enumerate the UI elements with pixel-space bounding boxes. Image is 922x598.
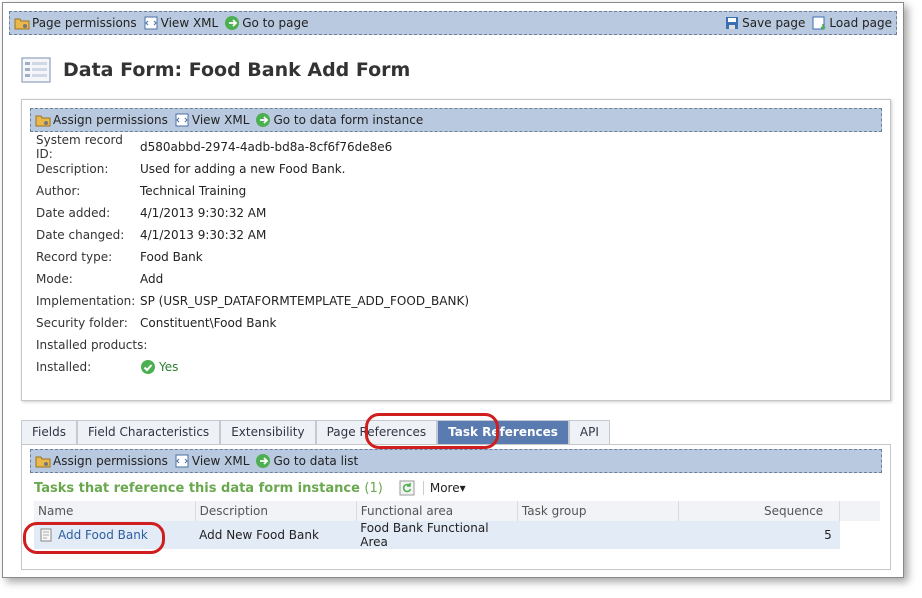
prop-value: Add xyxy=(140,272,164,286)
prop-value: Yes xyxy=(140,359,178,375)
assign-permissions-button[interactable]: Assign permissions xyxy=(35,112,168,128)
table-row[interactable]: Add Food Bank Add New Food Bank Food Ban… xyxy=(34,521,880,549)
prop-author: Author: Technical Training xyxy=(36,180,890,202)
tasks-table: Name Description Functional area Task gr… xyxy=(34,501,880,549)
check-icon xyxy=(140,359,156,375)
details-panel: Assign permissions View XML Go to data f… xyxy=(21,99,891,401)
view-xml-button[interactable]: View XML xyxy=(174,453,249,469)
table-header-row: Name Description Functional area Task gr… xyxy=(34,501,880,521)
folder-key-icon xyxy=(35,453,51,469)
load-icon xyxy=(811,15,827,31)
prop-installed-products: Installed products: xyxy=(36,334,890,356)
more-menu-button[interactable]: More▾ xyxy=(422,481,466,495)
page-window: Page permissions View XML Go to page Sav… xyxy=(2,2,904,578)
caret-down-icon: ▾ xyxy=(459,481,466,495)
prop-value: Technical Training xyxy=(140,184,247,198)
col-sequence[interactable]: Sequence xyxy=(678,501,841,521)
details-toolbar: Assign permissions View XML Go to data f… xyxy=(30,108,882,132)
save-icon xyxy=(724,15,740,31)
tab-task-references[interactable]: Task References xyxy=(437,420,569,444)
prop-description: Description: Used for adding a new Food … xyxy=(36,158,890,180)
properties-list: System record ID: d580abbd-2974-4adb-bd8… xyxy=(36,133,890,378)
xml-icon xyxy=(174,453,190,469)
col-functional-area[interactable]: Functional area xyxy=(356,501,518,521)
save-page-button[interactable]: Save page xyxy=(724,15,805,31)
prop-installed: Installed: Yes xyxy=(36,356,890,378)
tab-toolbar: Assign permissions View XML Go to data l… xyxy=(30,449,882,473)
installed-value: Yes xyxy=(159,360,179,374)
page-header: Data Form: Food Bank Add Form xyxy=(21,57,410,83)
refresh-icon[interactable] xyxy=(399,480,415,496)
task-icon xyxy=(38,527,54,543)
prop-value: 4/1/2013 9:30:32 AM xyxy=(140,206,267,220)
prop-date-changed: Date changed: 4/1/2013 9:30:32 AM xyxy=(36,224,890,246)
tab-extensibility[interactable]: Extensibility xyxy=(220,420,316,444)
folder-key-icon xyxy=(35,112,51,128)
prop-record-type: Record type: Food Bank xyxy=(36,246,890,268)
tab-field-characteristics[interactable]: Field Characteristics xyxy=(76,420,221,444)
prop-value: Constituent\Food Bank xyxy=(140,316,277,330)
prop-security-folder: Security folder: Constituent\Food Bank xyxy=(36,312,890,334)
folder-key-icon xyxy=(14,15,30,31)
prop-value: d580abbd-2974-4adb-bd8a-8cf6f76de8e6 xyxy=(140,140,393,154)
view-xml-button[interactable]: View XML xyxy=(143,15,218,31)
cell-spacer xyxy=(839,521,880,549)
prop-system-record-id: System record ID: d580abbd-2974-4adb-bd8… xyxy=(36,133,890,161)
task-references-panel: Assign permissions View XML Go to data l… xyxy=(21,444,891,570)
cell-description: Add New Food Bank xyxy=(195,521,357,549)
xml-icon xyxy=(143,15,159,31)
cell-name: Add Food Bank xyxy=(34,521,196,549)
load-page-button[interactable]: Load page xyxy=(811,15,892,31)
tab-api[interactable]: API xyxy=(568,420,610,444)
prop-label: Mode: xyxy=(36,272,73,286)
col-description[interactable]: Description xyxy=(195,501,357,521)
go-to-instance-button[interactable]: Go to data form instance xyxy=(255,112,423,128)
prop-label: Record type: xyxy=(36,250,113,264)
assign-permissions-button[interactable]: Assign permissions xyxy=(35,453,168,469)
section-title: Tasks that reference this data form inst… xyxy=(34,480,383,496)
xml-icon xyxy=(174,112,190,128)
section-header: Tasks that reference this data form inst… xyxy=(34,479,890,497)
go-arrow-icon xyxy=(224,15,240,31)
prop-mode: Mode: Add xyxy=(36,268,890,290)
tab-bar: Fields Field Characteristics Extensibili… xyxy=(21,420,610,444)
prop-label: Author: xyxy=(36,184,81,198)
data-form-icon xyxy=(21,57,51,83)
go-to-page-button[interactable]: Go to page xyxy=(224,15,309,31)
view-xml-button[interactable]: View XML xyxy=(174,112,249,128)
prop-value: SP (USR_USP_DATAFORMTEMPLATE_ADD_FOOD_BA… xyxy=(140,294,470,308)
col-name[interactable]: Name xyxy=(34,501,196,521)
go-arrow-icon xyxy=(255,112,271,128)
task-link[interactable]: Add Food Bank xyxy=(58,528,148,542)
prop-label: Description: xyxy=(36,162,109,176)
prop-value: Used for adding a new Food Bank. xyxy=(140,162,346,176)
prop-label: Implementation: xyxy=(36,294,136,308)
page-title: Data Form: Food Bank Add Form xyxy=(63,59,411,81)
tab-fields[interactable]: Fields xyxy=(21,420,77,444)
col-task-group[interactable]: Task group xyxy=(517,501,680,521)
page-permissions-button[interactable]: Page permissions xyxy=(14,15,137,31)
cell-task-group xyxy=(517,521,679,549)
go-arrow-icon xyxy=(255,453,271,469)
prop-label: Date changed: xyxy=(36,228,125,242)
page-toolbar: Page permissions View XML Go to page Sav… xyxy=(9,11,897,35)
prop-implementation: Implementation: SP (USR_USP_DATAFORMTEMP… xyxy=(36,290,890,312)
record-type-link[interactable]: Food Bank xyxy=(140,250,203,264)
col-spacer xyxy=(839,501,880,521)
go-to-data-list-button[interactable]: Go to data list xyxy=(255,453,358,469)
prop-value: 4/1/2013 9:30:32 AM xyxy=(140,228,267,242)
tab-page-references[interactable]: Page References xyxy=(315,420,438,444)
prop-label: Installed products: xyxy=(36,338,148,352)
cell-sequence: 5 xyxy=(678,521,840,549)
prop-label: Date added: xyxy=(36,206,111,220)
prop-label: Installed: xyxy=(36,360,92,374)
prop-label: Security folder: xyxy=(36,316,128,330)
section-count: (1) xyxy=(364,480,383,496)
prop-label: System record ID: xyxy=(36,133,123,161)
prop-date-added: Date added: 4/1/2013 9:30:32 AM xyxy=(36,202,890,224)
cell-functional-area: Food Bank Functional Area xyxy=(356,521,518,549)
